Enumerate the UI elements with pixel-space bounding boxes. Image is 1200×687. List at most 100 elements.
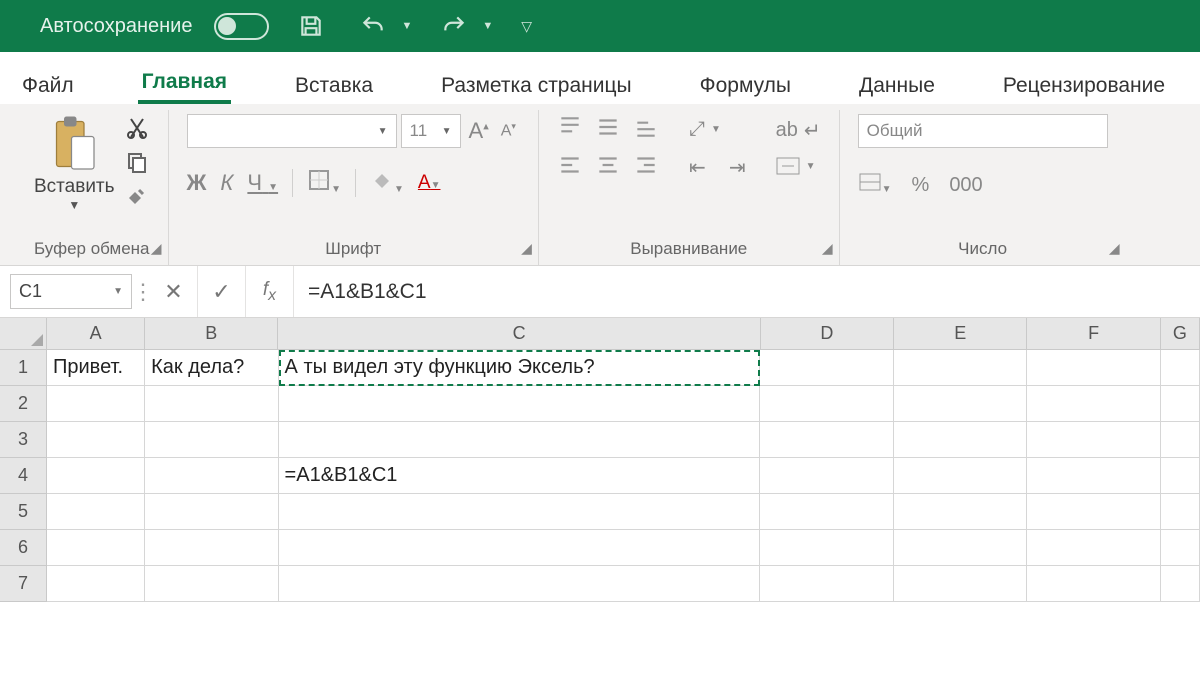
cell-E5[interactable]	[894, 494, 1027, 530]
align-top-icon[interactable]	[557, 114, 591, 148]
cell-C4[interactable]: =A1&B1&C1	[279, 458, 761, 494]
cut-icon[interactable]	[125, 116, 149, 140]
cell-A7[interactable]	[47, 566, 145, 602]
copy-icon[interactable]	[125, 150, 149, 174]
tab-insert[interactable]: Вставка	[291, 74, 377, 104]
format-painter-icon[interactable]	[125, 184, 149, 208]
tab-home[interactable]: Главная	[138, 70, 231, 104]
cell-F7[interactable]	[1027, 566, 1160, 602]
cancel-button[interactable]: ✕	[150, 266, 198, 317]
align-middle-icon[interactable]	[595, 114, 629, 148]
qat-customize-icon[interactable]: ▽	[521, 18, 532, 35]
name-box[interactable]: C1 ▼	[10, 274, 132, 309]
comma-style-button[interactable]: 000	[949, 174, 982, 197]
cell-B1[interactable]: Как дела?	[145, 350, 278, 386]
accounting-format-icon[interactable]: ▼	[858, 172, 892, 198]
cell-B6[interactable]	[145, 530, 278, 566]
font-name-combo[interactable]: ▼	[187, 114, 397, 148]
number-format-combo[interactable]: Общий	[858, 114, 1108, 148]
increase-font-icon[interactable]: A▴	[465, 118, 493, 144]
col-header-E[interactable]: E	[894, 318, 1027, 350]
underline-button[interactable]: Ч ▼	[247, 170, 278, 196]
cell-F6[interactable]	[1027, 530, 1160, 566]
align-center-icon[interactable]	[595, 152, 629, 186]
cell-A6[interactable]	[47, 530, 145, 566]
redo-dropdown-icon[interactable]: ▼	[482, 20, 493, 32]
cell-G6[interactable]	[1161, 530, 1200, 566]
orientation-icon[interactable]: ⤢ ▼	[689, 118, 746, 141]
row-header-6[interactable]: 6	[0, 530, 47, 566]
cell-B7[interactable]	[145, 566, 278, 602]
cell-A1[interactable]: Привет.	[47, 350, 145, 386]
cell-C5[interactable]	[279, 494, 761, 530]
decrease-indent-icon[interactable]: ⇤	[689, 155, 706, 180]
cell-F1[interactable]	[1027, 350, 1160, 386]
autosave-toggle[interactable]	[214, 13, 269, 40]
cell-F2[interactable]	[1027, 386, 1160, 422]
tab-data[interactable]: Данные	[855, 74, 939, 104]
select-all-corner[interactable]	[0, 318, 47, 350]
resize-handle-icon[interactable]: ⋮	[132, 279, 150, 305]
undo-icon[interactable]	[353, 6, 393, 46]
cell-D4[interactable]	[760, 458, 893, 494]
cell-D1[interactable]	[760, 350, 893, 386]
cell-E2[interactable]	[894, 386, 1027, 422]
cell-G7[interactable]	[1161, 566, 1200, 602]
increase-indent-icon[interactable]: ⇥	[729, 155, 746, 180]
cell-A4[interactable]	[47, 458, 145, 494]
align-bottom-icon[interactable]	[633, 114, 667, 148]
cell-C6[interactable]	[279, 530, 761, 566]
col-header-C[interactable]: C	[278, 318, 760, 350]
cell-E6[interactable]	[894, 530, 1027, 566]
cell-A5[interactable]	[47, 494, 145, 530]
redo-icon[interactable]	[434, 6, 474, 46]
col-header-F[interactable]: F	[1027, 318, 1160, 350]
row-header-1[interactable]: 1	[0, 350, 47, 386]
cell-A3[interactable]	[47, 422, 145, 458]
cell-B3[interactable]	[145, 422, 278, 458]
cell-D5[interactable]	[760, 494, 893, 530]
col-header-A[interactable]: A	[47, 318, 145, 350]
cell-C1[interactable]: А ты видел эту функцию Эксель?	[279, 350, 761, 386]
cell-B5[interactable]	[145, 494, 278, 530]
dialog-launcher-icon[interactable]: ◢	[151, 240, 162, 257]
font-color-icon[interactable]: A▼	[418, 172, 441, 194]
cell-D6[interactable]	[760, 530, 893, 566]
cell-G5[interactable]	[1161, 494, 1200, 530]
cell-G4[interactable]	[1161, 458, 1200, 494]
bold-button[interactable]: Ж	[187, 170, 207, 196]
percent-button[interactable]: %	[912, 174, 930, 197]
cell-G1[interactable]	[1161, 350, 1200, 386]
cell-C3[interactable]	[279, 422, 761, 458]
row-header-7[interactable]: 7	[0, 566, 47, 602]
cell-G3[interactable]	[1161, 422, 1200, 458]
tab-file[interactable]: Файл	[18, 74, 78, 104]
cell-C2[interactable]	[279, 386, 761, 422]
cell-F5[interactable]	[1027, 494, 1160, 530]
cell-F3[interactable]	[1027, 422, 1160, 458]
borders-icon[interactable]: ▼	[307, 168, 341, 198]
insert-function-button[interactable]: fx	[246, 266, 294, 317]
cell-F4[interactable]	[1027, 458, 1160, 494]
cell-E7[interactable]	[894, 566, 1027, 602]
decrease-font-icon[interactable]: A▾	[497, 121, 520, 140]
cell-B2[interactable]	[145, 386, 278, 422]
cell-E3[interactable]	[894, 422, 1027, 458]
cell-D3[interactable]	[760, 422, 893, 458]
cell-G2[interactable]	[1161, 386, 1200, 422]
tab-review[interactable]: Рецензирование	[999, 74, 1169, 104]
row-header-4[interactable]: 4	[0, 458, 47, 494]
row-header-2[interactable]: 2	[0, 386, 47, 422]
enter-button[interactable]: ✓	[198, 266, 246, 317]
align-left-icon[interactable]	[557, 152, 591, 186]
tab-formulas[interactable]: Формулы	[696, 74, 795, 104]
cell-C7[interactable]	[279, 566, 761, 602]
undo-dropdown-icon[interactable]: ▼	[401, 20, 412, 32]
cell-B4[interactable]	[145, 458, 278, 494]
cell-E1[interactable]	[894, 350, 1027, 386]
tab-layout[interactable]: Разметка страницы	[437, 74, 636, 104]
row-header-3[interactable]: 3	[0, 422, 47, 458]
wrap-text-button[interactable]: ab↵	[776, 118, 821, 143]
col-header-D[interactable]: D	[761, 318, 894, 350]
font-size-combo[interactable]: 11▼	[401, 114, 461, 148]
